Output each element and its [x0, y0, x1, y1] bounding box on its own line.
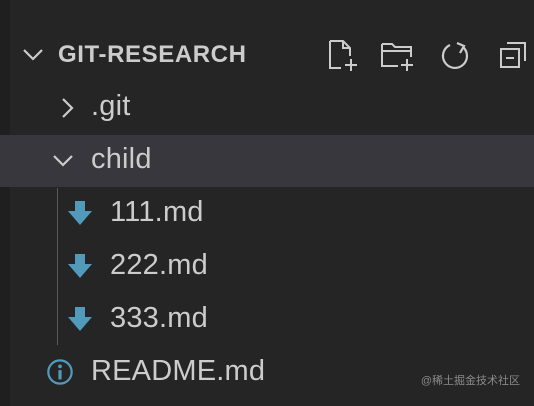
file-explorer: GIT-RESEARCH .git child 111.md 222.md 33…: [0, 0, 534, 406]
watermark: @稀土掘金技术社区: [420, 375, 520, 387]
tree-item-file[interactable]: 222.md: [0, 241, 534, 293]
tree-item-label: 333.md: [110, 302, 208, 334]
tree-item-file[interactable]: 111.md: [0, 188, 534, 240]
new-file-icon[interactable]: [322, 36, 360, 74]
collapse-all-icon[interactable]: [494, 36, 532, 74]
info-icon: [46, 358, 74, 386]
tree-item-label: README.md: [91, 355, 266, 387]
markdown-download-icon: [66, 305, 94, 333]
chevron-down-icon: [52, 150, 74, 172]
refresh-icon[interactable]: [436, 36, 474, 74]
tree-item-label: 222.md: [110, 249, 208, 281]
tree-item-file[interactable]: 333.md: [0, 294, 534, 346]
tree-item-label: .git: [91, 90, 131, 122]
tree-item-label: child: [91, 143, 152, 175]
chevron-down-icon[interactable]: [22, 44, 44, 66]
tree-item-label: 111.md: [110, 196, 204, 228]
explorer-section-header[interactable]: GIT-RESEARCH: [0, 28, 534, 82]
markdown-download-icon: [66, 252, 94, 280]
tree-item-git-folder[interactable]: .git: [0, 82, 534, 134]
markdown-download-icon: [66, 199, 94, 227]
chevron-right-icon: [56, 97, 78, 119]
new-folder-icon[interactable]: [378, 36, 416, 74]
explorer-section-title: GIT-RESEARCH: [58, 41, 247, 68]
tree-item-child-folder[interactable]: child: [0, 135, 534, 187]
